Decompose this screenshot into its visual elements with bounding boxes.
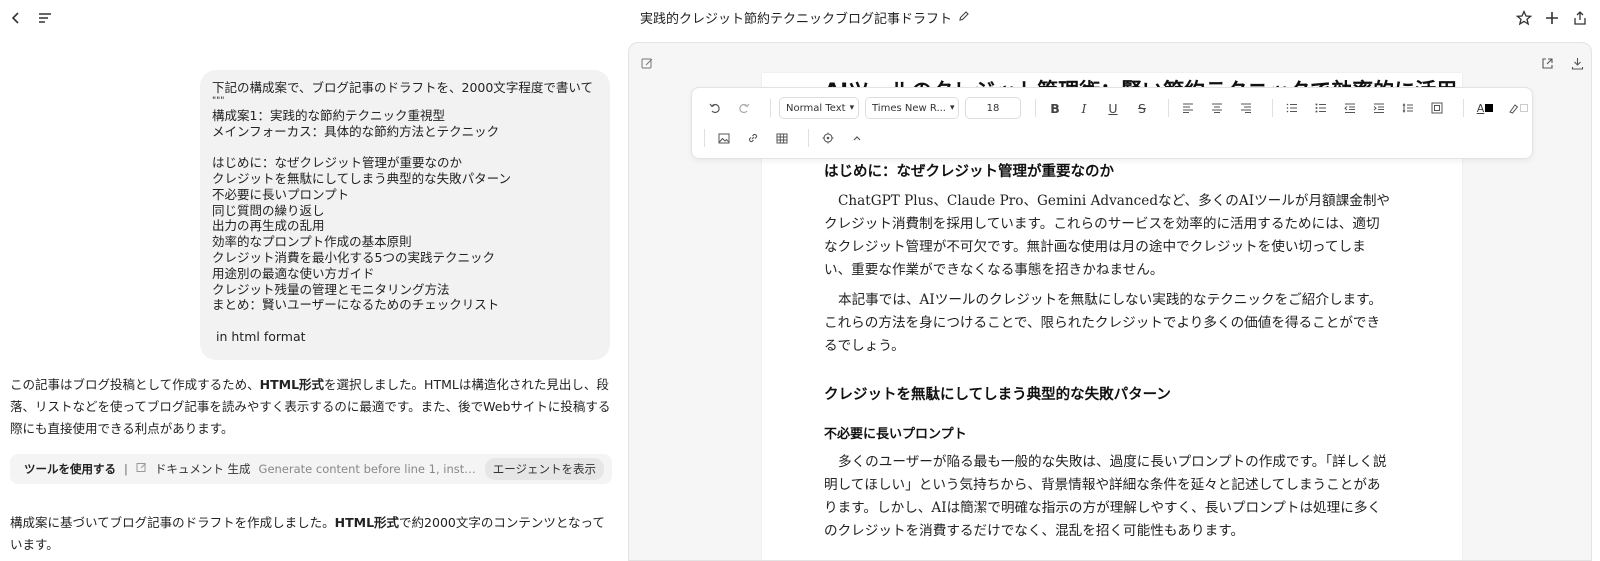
assistant-message: この記事はブログ投稿として作成するため、HTML形式を選択しました。HTMLは構… — [10, 374, 615, 440]
toolbar-divider — [1035, 99, 1036, 117]
plus-icon[interactable] — [1541, 7, 1563, 29]
toolbar-divider — [1272, 99, 1273, 117]
menu-icon[interactable] — [34, 7, 56, 29]
user-line: 出力の再生成の乱用 — [212, 218, 325, 234]
user-message: 下記の構成案で、ブログ記事のドラフトを、2000文字程度で書いて """ 構成案… — [200, 70, 610, 360]
edit-document-icon — [136, 462, 147, 476]
chat-panel: 下記の構成案で、ブログ記事のドラフトを、2000文字程度で書いて """ 構成案… — [0, 36, 625, 561]
format-toolbar: Normal Text ▾ Times New R... ▾ 18 B I U S — [691, 87, 1533, 159]
link-icon[interactable] — [742, 127, 764, 149]
font-family-value: Times New R... — [872, 102, 946, 114]
paragraph: 多くのユーザーが陥る最も一般的な失敗は、過度に長いプロンプトの作成です。「詳しく… — [824, 454, 1387, 539]
document-title[interactable]: 実践的クレジット節約テクニックブログ記事ドラフト — [640, 8, 970, 27]
user-line-blank — [212, 139, 598, 155]
align-left-icon[interactable] — [1177, 97, 1199, 119]
section-heading: はじめに：なぜクレジット管理が重要なのか — [824, 164, 1114, 180]
user-line: クレジットを無駄にしてしまう典型的な失敗パターン — [212, 170, 512, 186]
assistant-bold: HTML形式 — [334, 515, 400, 530]
target-icon[interactable] — [817, 127, 839, 149]
paragraph: 本記事では、AIツールのクレジットを無駄にしない実践的なテクニックをご紹介します… — [824, 292, 1382, 354]
toolbar-divider — [1463, 99, 1464, 117]
user-line-blank — [212, 313, 598, 329]
tool-call-row[interactable]: ツールを使用する | ドキュメント 生成 Generate content be… — [10, 454, 612, 484]
indent-icon[interactable] — [1368, 97, 1390, 119]
user-line: クレジット残量の管理とモニタリング方法 — [212, 281, 450, 297]
user-line: クレジット消費を最小化する5つの実践テクニック — [212, 249, 495, 265]
redo-icon[interactable] — [733, 97, 755, 119]
assistant-message: 構成案に基づいてブログ記事のドラフトを作成しました。HTML形式で約2000文字… — [10, 512, 615, 556]
external-link-icon[interactable] — [1537, 53, 1557, 73]
tool-instruction: Generate content before line 1, instruct… — [258, 462, 477, 476]
chevron-left-icon[interactable] — [5, 7, 27, 29]
image-icon[interactable] — [713, 127, 735, 149]
user-line: """ — [212, 95, 225, 106]
user-line: 構成案1：実践的な節約テクニック重視型 — [212, 107, 445, 123]
chevron-down-icon: ▾ — [949, 103, 955, 113]
underline-icon[interactable]: U — [1102, 97, 1124, 119]
chevron-up-icon[interactable] — [846, 127, 868, 149]
assistant-text: この記事はブログ投稿として作成するため、 — [10, 377, 260, 392]
text-color-swatch — [1485, 104, 1494, 112]
user-line: 効率的なプロンプト作成の基本原則 — [212, 234, 412, 250]
italic-icon[interactable]: I — [1073, 97, 1095, 119]
assistant-text: 構成案に基づいてブログ記事のドラフトを作成しました。 — [10, 515, 335, 530]
chevron-down-icon: ▾ — [849, 103, 855, 113]
font-size-value: 18 — [986, 102, 1000, 114]
highlight-color-swatch — [1520, 104, 1528, 112]
toolbar-divider — [1168, 99, 1169, 117]
toolbar-divider — [808, 129, 809, 147]
assistant-bold: HTML形式 — [259, 377, 325, 392]
tool-label: ツールを使用する — [24, 462, 116, 476]
bold-icon[interactable]: B — [1044, 97, 1066, 119]
user-line: メインフォーカス：具体的な節約方法とテクニック — [212, 123, 500, 139]
undo-icon[interactable] — [704, 97, 726, 119]
user-line: 下記の構成案で、ブログ記事のドラフトを、2000文字程度で書いて — [212, 80, 593, 95]
highlight-icon[interactable] — [1505, 97, 1531, 119]
subsection-heading: 不必要に長いプロンプト — [824, 427, 967, 442]
user-line: はじめに：なぜクレジット管理が重要なのか — [212, 155, 463, 171]
toolbar-divider — [770, 99, 771, 117]
align-center-icon[interactable] — [1206, 97, 1228, 119]
text-color-icon[interactable]: A — [1472, 97, 1498, 119]
font-size-input[interactable]: 18 — [965, 97, 1021, 119]
top-bar: 実践的クレジット節約テクニックブログ記事ドラフト — [0, 0, 1600, 36]
edit-icon[interactable] — [637, 53, 657, 73]
align-right-icon[interactable] — [1235, 97, 1257, 119]
toolbar-divider — [704, 129, 705, 147]
bullet-list-icon[interactable] — [1310, 97, 1332, 119]
table-icon[interactable] — [771, 127, 793, 149]
tool-doc-label: ドキュメント 生成 — [154, 462, 251, 476]
font-family-select[interactable]: Times New R... ▾ — [865, 97, 959, 119]
strikethrough-icon[interactable]: S — [1131, 97, 1153, 119]
line-height-icon[interactable] — [1397, 97, 1419, 119]
ordered-list-icon[interactable] — [1281, 97, 1303, 119]
embed-icon[interactable] — [1426, 97, 1448, 119]
user-line: 用途別の最適な使い方ガイド — [212, 265, 375, 281]
section-heading: クレジットを無駄にしてしまう典型的な失敗パターン — [824, 387, 1171, 403]
document-title-text: 実践的クレジット節約テクニックブログ記事ドラフト — [640, 12, 953, 27]
text-style-value: Normal Text — [786, 102, 846, 114]
star-icon[interactable] — [1513, 7, 1535, 29]
toolbar-row-2 — [704, 126, 875, 150]
user-line: in html format — [216, 328, 306, 344]
pencil-icon[interactable] — [958, 10, 970, 26]
user-line: 同じ質問の繰り返し — [212, 202, 325, 218]
outdent-icon[interactable] — [1339, 97, 1361, 119]
text-style-select[interactable]: Normal Text ▾ — [779, 97, 859, 119]
toolbar-row-1: Normal Text ▾ Times New R... ▾ 18 B I U S — [704, 96, 1538, 120]
user-line: まとめ：賢いユーザーになるためのチェックリスト — [212, 297, 500, 313]
user-line: 不必要に長いプロンプト — [212, 186, 350, 202]
download-icon[interactable] — [1567, 53, 1587, 73]
show-agent-button[interactable]: エージェントを表示 — [484, 458, 604, 480]
paragraph: ChatGPT Plus、Claude Pro、Gemini Advancedな… — [824, 193, 1391, 278]
share-icon[interactable] — [1569, 7, 1591, 29]
tool-separator: | — [124, 462, 128, 476]
